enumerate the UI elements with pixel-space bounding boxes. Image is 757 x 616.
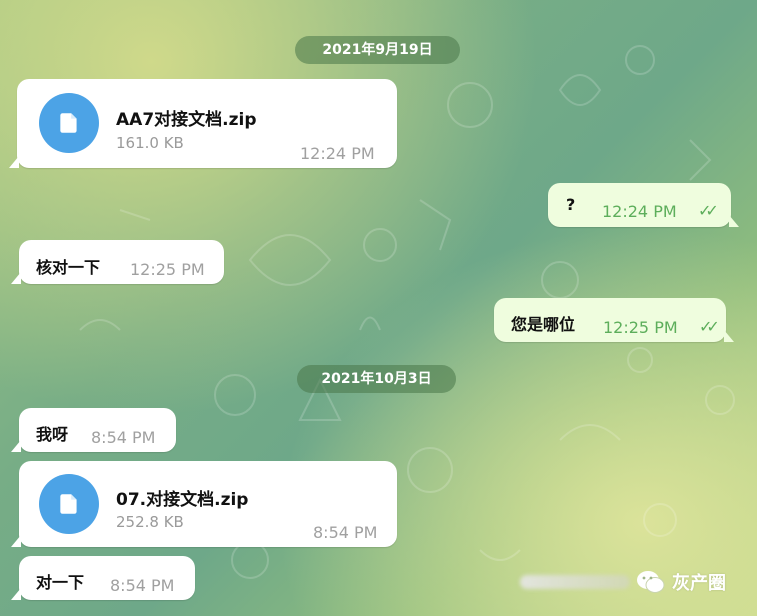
message-time: 8:54 PM [91,428,156,447]
file-name[interactable]: 07.对接文档.zip [116,485,248,510]
file-message[interactable]: AA7对接文档.zip 161.0 KB 12:24 PM [9,79,397,168]
date-separator: 2021年10月3日 [297,365,456,393]
incoming-message[interactable]: 核对一下 12:25 PM [11,240,224,284]
message-text: 对一下 [36,573,85,592]
file-size: 252.8 KB [116,513,184,531]
outgoing-message[interactable]: 您是哪位 12:25 PM ✓✓ [494,298,734,342]
outgoing-message[interactable]: ? 12:24 PM ✓✓ [548,183,739,227]
message-time: 12:24 PM [602,202,677,221]
message-time: 8:54 PM [110,576,175,595]
message-time: 12:24 PM [300,144,375,163]
document-icon[interactable] [39,93,99,153]
watermark-text: 灰产圈 [672,573,726,594]
wechat-logo [637,571,665,593]
message-time: 12:25 PM [130,260,205,279]
file-message[interactable]: 07.对接文档.zip 252.8 KB 8:54 PM [11,461,397,547]
double-check-icon: ✓✓ [698,201,719,220]
message-text: ? [566,195,576,214]
document-icon[interactable] [39,474,99,534]
file-name[interactable]: AA7对接文档.zip [116,105,257,130]
incoming-message[interactable]: 对一下 8:54 PM [11,556,195,600]
blurred-text [520,575,630,589]
message-time: 8:54 PM [313,523,378,542]
incoming-message[interactable]: 我呀 8:54 PM [11,408,176,452]
message-time: 12:25 PM [603,318,678,337]
message-text: 您是哪位 [511,315,576,334]
message-text: 我呀 [36,425,69,444]
watermark: 灰产圈 [520,565,750,599]
double-check-icon: ✓✓ [699,317,720,336]
file-size: 161.0 KB [116,134,184,152]
date-separator: 2021年9月19日 [295,36,460,64]
message-text: 核对一下 [36,258,101,277]
